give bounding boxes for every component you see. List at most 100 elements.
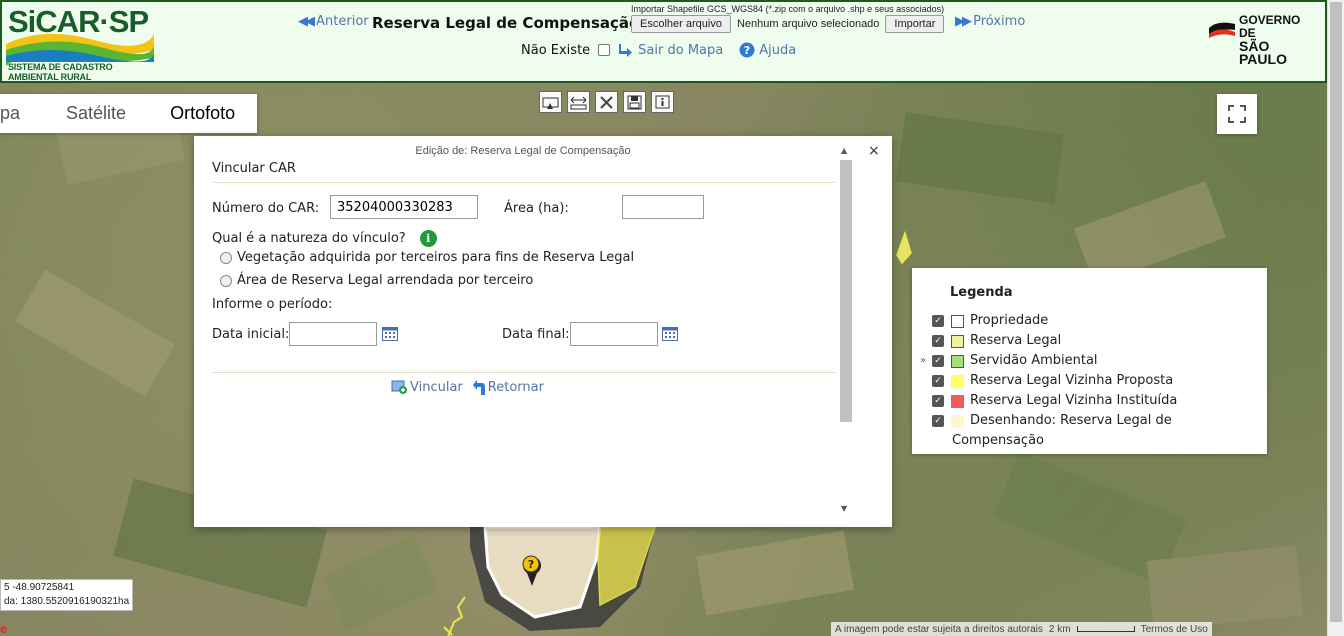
- expand-chevron-icon[interactable]: »: [920, 352, 932, 370]
- sicar-logo: SiCAR·SP SISTEMA DE CADASTRO AMBIENTAL R…: [4, 4, 156, 82]
- data-final-label: Data final:: [502, 327, 570, 342]
- gov-line2: SÃO PAULO: [1239, 38, 1287, 67]
- save-tool[interactable]: [623, 91, 646, 113]
- divider: [212, 372, 836, 373]
- select-icon: [542, 97, 559, 109]
- vincular-label: Vincular: [410, 379, 463, 395]
- nao-existe-checkbox[interactable]: [598, 44, 611, 56]
- attribution-text: A imagem pode estar sujeita a direitos a…: [835, 623, 1043, 635]
- legend-item[interactable]: ✓ Reserva Legal Vizinha Instituída: [920, 392, 1260, 412]
- import-button[interactable]: Importar: [885, 15, 945, 33]
- scale-bar: [1076, 626, 1135, 632]
- legend-swatch: [951, 355, 964, 368]
- dialog-actions: Vincular Retornar: [391, 379, 544, 395]
- area-input[interactable]: [622, 195, 704, 219]
- close-icon[interactable]: ×: [868, 143, 880, 159]
- vincular-button[interactable]: Vincular: [391, 379, 463, 395]
- fullscreen-button[interactable]: [1217, 94, 1257, 134]
- legend-checkbox[interactable]: ✓: [932, 395, 944, 407]
- link-add-icon: [391, 380, 407, 394]
- dialog-title: Edição de: Reserva Legal de Compensação: [415, 145, 631, 157]
- measure-tool[interactable]: [567, 91, 590, 113]
- map-toolbar: [539, 91, 674, 113]
- help-icon: ?: [739, 42, 755, 58]
- numero-car-input[interactable]: [330, 195, 478, 219]
- divider: [212, 182, 836, 183]
- page-scrollbar[interactable]: [1327, 0, 1344, 636]
- property-parcel[interactable]: [440, 527, 670, 636]
- map-type-mapa[interactable]: pa: [0, 94, 44, 133]
- logo-subtitle: SISTEMA DE CADASTRO AMBIENTAL RURAL: [8, 62, 113, 82]
- question-pin-icon: ?: [522, 555, 541, 586]
- map-attribution: A imagem pode estar sujeita a direitos a…: [831, 622, 1212, 636]
- anterior-link[interactable]: ◀◀ Anterior: [298, 14, 369, 29]
- info-icon[interactable]: i: [419, 230, 437, 247]
- legend-swatch: [951, 315, 964, 328]
- data-inicial-input[interactable]: [289, 322, 377, 346]
- legend-swatch: [951, 335, 964, 348]
- ajuda-label: Ajuda: [759, 42, 797, 58]
- legend-swatch: [951, 415, 964, 428]
- sair-do-mapa-link[interactable]: Sair do Mapa: [618, 42, 723, 58]
- logo-title: SiCAR·SP: [8, 4, 149, 39]
- legend-checkbox[interactable]: ✓: [932, 415, 944, 427]
- svg-text:?: ?: [744, 44, 750, 57]
- dialog-scrollbar[interactable]: ▲ ▼: [840, 146, 854, 516]
- ajuda-link[interactable]: ? Ajuda: [739, 42, 796, 58]
- calendar-icon[interactable]: [382, 326, 398, 341]
- retornar-button[interactable]: Retornar: [472, 379, 544, 395]
- legend-item[interactable]: ✓ Reserva Legal Vizinha Proposta: [920, 372, 1260, 392]
- data-final-input[interactable]: [570, 322, 658, 346]
- legend-checkbox[interactable]: ✓: [932, 355, 944, 367]
- map-type-control: pa Satélite Ortofoto: [0, 94, 258, 133]
- terms-link[interactable]: Termos de Uso: [1141, 624, 1208, 635]
- option-vegetacao[interactable]: Vegetação adquirida por terceiros para f…: [220, 250, 634, 265]
- calendar-icon[interactable]: [662, 326, 678, 341]
- sair-label: Sair do Mapa: [638, 42, 724, 58]
- scroll-down-icon[interactable]: ▼: [841, 504, 847, 513]
- legend-checkbox[interactable]: ✓: [932, 315, 944, 327]
- map-canvas[interactable]: pa Satélite Ortofoto ? Legenda ✓ Proprie…: [0, 83, 1327, 636]
- import-hint: Importar Shapefile GCS_WGS84 (*.zip com …: [631, 4, 945, 14]
- option-arrendada[interactable]: Área de Reserva Legal arrendada por terc…: [220, 273, 533, 288]
- option-vegetacao-label: Vegetação adquirida por terceiros para f…: [237, 250, 635, 265]
- choose-file-button[interactable]: Escolher arquivo: [631, 15, 731, 33]
- proximo-link[interactable]: ▶▶ Próximo: [955, 14, 1025, 29]
- governo-sp-logo: GOVERNO DE SÃO PAULO: [1207, 14, 1319, 66]
- numero-car-label: Número do CAR:: [212, 201, 320, 216]
- save-icon: [627, 95, 642, 109]
- legend-label: Reserva Legal: [970, 333, 1062, 348]
- select-tool[interactable]: [539, 91, 562, 113]
- area-label: Área (ha):: [504, 201, 569, 216]
- natureza-label: Qual é a natureza do vínculo?: [212, 231, 406, 246]
- info-tool[interactable]: [651, 91, 674, 113]
- file-status: Nenhum arquivo selecionado: [736, 18, 880, 30]
- radio-arrendada[interactable]: [220, 274, 232, 287]
- map-type-ortofoto[interactable]: Ortofoto: [148, 94, 257, 133]
- legend-item[interactable]: ✓ Propriedade: [920, 312, 1260, 332]
- legend-item[interactable]: ✓ Desenhando: Reserva Legal de Compensaç…: [920, 412, 1260, 452]
- return-arrow-icon: [472, 380, 485, 395]
- legend-label: Servidão Ambiental: [970, 353, 1098, 368]
- coord-line2: da: 1380.5520916190321ha: [4, 596, 130, 607]
- legend-item[interactable]: ✓ Reserva Legal: [920, 332, 1260, 352]
- radio-vegetacao[interactable]: [220, 251, 232, 264]
- delete-tool[interactable]: [595, 91, 618, 113]
- legend-checkbox[interactable]: ✓: [932, 375, 944, 387]
- top-header: SiCAR·SP SISTEMA DE CADASTRO AMBIENTAL R…: [0, 0, 1327, 83]
- double-right-arrow-icon: ▶▶: [955, 14, 972, 29]
- legend-checkbox[interactable]: ✓: [932, 335, 944, 347]
- double-left-arrow-icon: ◀◀: [298, 14, 315, 29]
- legend-item[interactable]: » ✓ Servidão Ambiental: [920, 352, 1260, 372]
- map-marker[interactable]: ?: [521, 555, 543, 591]
- option-arrendada-label: Área de Reserva Legal arrendada por terc…: [237, 273, 534, 288]
- scroll-up-icon[interactable]: ▲: [841, 146, 847, 155]
- legend-swatch: [951, 395, 964, 408]
- periodo-label: Informe o período:: [212, 297, 333, 312]
- header-actions: Não Existe Sair do Mapa ? Ajuda: [521, 42, 796, 58]
- map-type-satelite[interactable]: Satélite: [44, 94, 148, 133]
- proximo-label: Próximo: [973, 14, 1026, 29]
- legend-label: Reserva Legal Vizinha Instituída: [970, 393, 1178, 408]
- coord-line1: 5 -48.90725841: [4, 582, 75, 593]
- scale-label: 2 km: [1048, 623, 1071, 635]
